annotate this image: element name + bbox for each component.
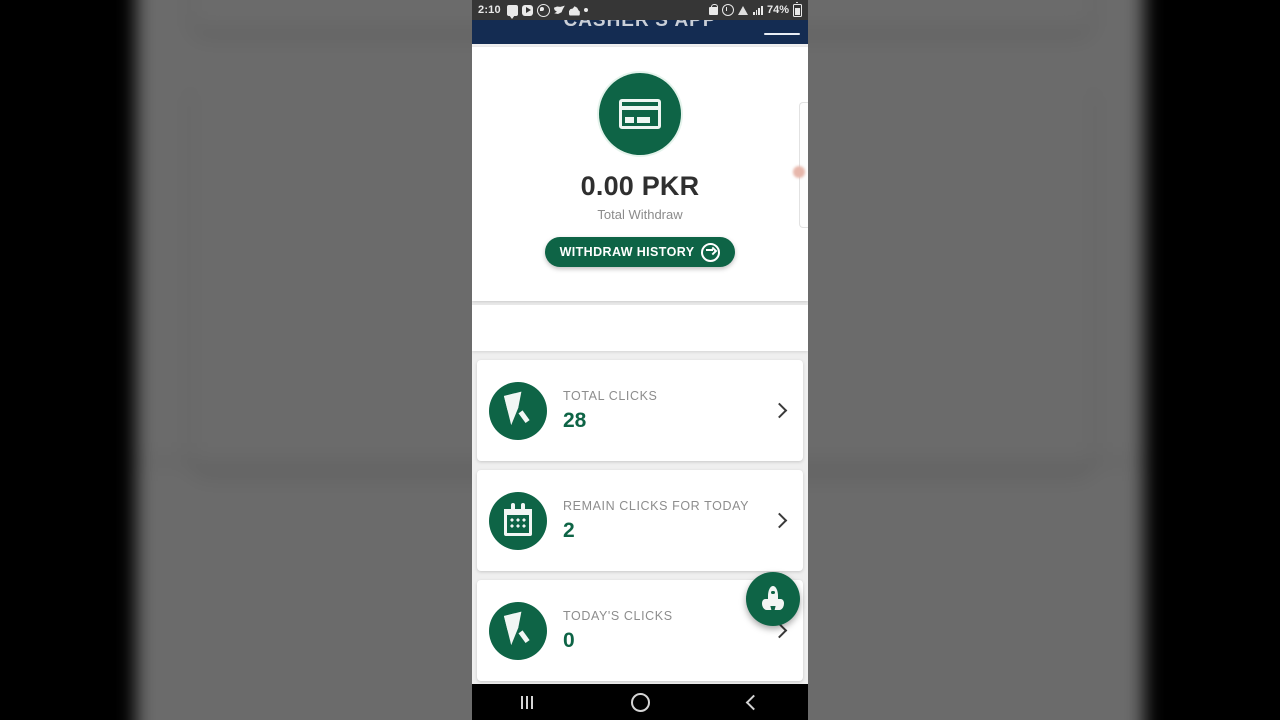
stat-text-block: TODAY'S CLICKS 0 (563, 609, 774, 653)
battery-icon (793, 1, 802, 17)
total-withdraw-amount: 0.00 PKR (580, 171, 700, 201)
cloud-icon (568, 6, 580, 16)
signal-icon (752, 5, 763, 15)
lock-icon (708, 3, 718, 15)
status-bar-clock: 2:10 (478, 4, 501, 16)
app-bar-progress-line (764, 33, 800, 35)
withdraw-history-button[interactable]: WITHDRAW HISTORY (544, 237, 736, 267)
arrow-right-circle-icon (701, 242, 721, 262)
status-bar-left: 2:10 (478, 3, 588, 19)
stat-text-block: TOTAL CLICKS 28 (563, 389, 774, 433)
stat-label: TODAY'S CLICKS (563, 608, 673, 623)
battery-percentage: 74% (766, 4, 789, 16)
status-bar: 2:10 74% (472, 0, 808, 20)
rocket-icon (760, 586, 786, 612)
content-spacer-card (472, 305, 808, 351)
android-navigation-bar (472, 684, 808, 720)
stat-label: REMAIN CLICKS FOR TODAY (563, 498, 750, 513)
twitter-icon (553, 5, 565, 14)
side-panel-edge[interactable] (799, 102, 808, 228)
app-content: 0.00 PKR Total Withdraw WITHDRAW HISTORY… (472, 44, 808, 684)
phone-screen: 2:10 74% CASHER'S APP 0.00 PKR Total Wit… (472, 0, 808, 720)
stat-card-total-clicks[interactable]: TOTAL CLICKS 28 (477, 360, 803, 461)
stat-value: 2 (563, 518, 575, 542)
home-icon[interactable] (631, 692, 650, 712)
calendar-icon (489, 491, 547, 550)
stat-text-block: REMAIN CLICKS FOR TODAY 2 (563, 499, 774, 543)
youtube-icon (521, 4, 533, 16)
alarm-icon (721, 4, 734, 16)
status-bar-right: 74% (708, 1, 802, 17)
edge-handle-dot[interactable] (793, 166, 805, 178)
withdraw-summary-card: 0.00 PKR Total Withdraw WITHDRAW HISTORY (472, 47, 808, 301)
chevron-right-icon[interactable] (771, 402, 788, 419)
app-bar: CASHER'S APP (472, 20, 808, 44)
cursor-icon (489, 601, 547, 660)
credit-card-icon (599, 73, 681, 155)
whatsapp-icon (536, 3, 550, 17)
chevron-right-icon[interactable] (771, 512, 788, 529)
stat-value: 28 (563, 408, 587, 432)
cursor-icon (489, 381, 547, 440)
app-bar-title: CASHER'S APP (563, 20, 717, 31)
rocket-fab-button[interactable] (746, 572, 800, 626)
stat-value: 0 (563, 628, 575, 652)
wifi-icon (737, 5, 749, 15)
message-icon (506, 4, 518, 19)
stat-card-remain-clicks-today[interactable]: REMAIN CLICKS FOR TODAY 2 (477, 470, 803, 571)
total-withdraw-label: Total Withdraw (597, 207, 683, 222)
stat-label: TOTAL CLICKS (563, 388, 658, 403)
screenshot-stage: T 2 2:10 74% (0, 0, 1280, 720)
dot-icon (583, 8, 588, 12)
recents-icon[interactable] (521, 695, 533, 709)
withdraw-history-button-label: WITHDRAW HISTORY (559, 245, 695, 259)
back-icon[interactable] (745, 694, 762, 710)
